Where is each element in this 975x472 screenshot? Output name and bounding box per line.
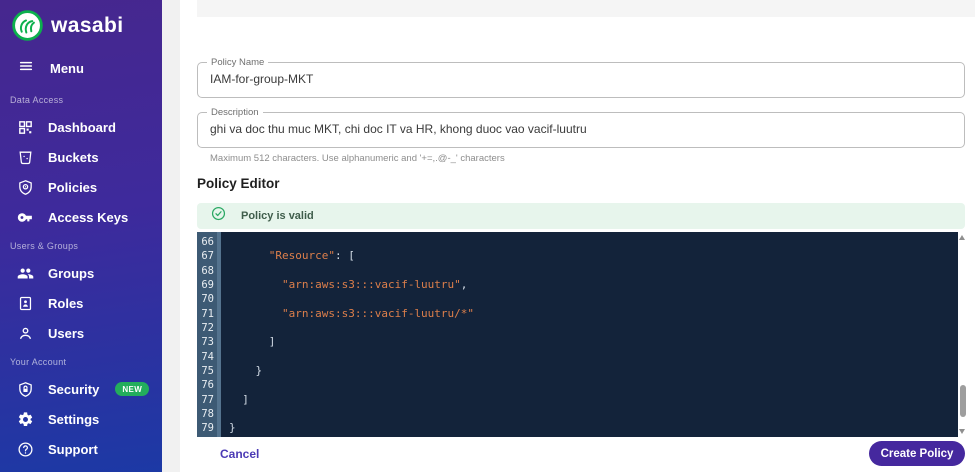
- user-icon: [17, 325, 34, 342]
- sidebar: wasabi Menu Data Access Dashboard Buckets P…: [0, 0, 162, 472]
- code-line[interactable]: [229, 350, 958, 364]
- sidebar-item-label: Settings: [48, 411, 100, 427]
- sidebar-item-label: Support: [48, 441, 98, 457]
- brand-name: wasabi: [51, 13, 124, 37]
- wasabi-logo[interactable]: wasabi: [11, 9, 123, 42]
- sidebar-item-label: Access Keys: [48, 209, 129, 225]
- sidebar-item-label: Policies: [48, 179, 98, 195]
- line-number: 67: [201, 250, 214, 263]
- hamburger-menu-icon: [18, 58, 34, 79]
- sidebar-item-policies[interactable]: Policies: [0, 172, 162, 202]
- sidebar-item-label: Groups: [48, 265, 95, 281]
- role-badge-icon: [17, 295, 34, 312]
- security-shield-icon: [17, 381, 34, 398]
- sidebar-item-security[interactable]: Security NEW: [0, 374, 162, 404]
- policy-code-editor[interactable]: 66 67 68 69 70 71 72 73 74 75 76 77 78 79 "Resource":…: [197, 232, 967, 437]
- dashboard-icon: [17, 119, 34, 136]
- line-number: 68: [201, 264, 214, 277]
- sidebar-item-label: Roles: [48, 295, 84, 311]
- sidebar-item-access-keys[interactable]: Access Keys: [0, 202, 162, 232]
- scroll-up-icon[interactable]: [959, 235, 965, 240]
- scroll-down-icon[interactable]: [959, 429, 965, 434]
- sidebar-section: Your Account Security NEW Settings Support: [0, 352, 162, 464]
- sidebar-item-support[interactable]: Support: [0, 434, 162, 464]
- code-line[interactable]: [229, 235, 958, 249]
- line-number: 75: [201, 365, 214, 378]
- description-field[interactable]: Description: [197, 107, 965, 148]
- description-helper-text: Maximum 512 characters. Use alphanumeric…: [210, 153, 505, 164]
- line-number: 73: [201, 336, 214, 349]
- description-label: Description: [207, 107, 263, 118]
- code-line[interactable]: }: [229, 421, 958, 435]
- line-number: 66: [201, 236, 214, 248]
- create-policy-button[interactable]: Create Policy: [869, 441, 965, 466]
- code-line[interactable]: "Resource": [: [229, 249, 958, 263]
- line-number: 70: [201, 293, 214, 306]
- policy-name-label: Policy Name: [207, 57, 269, 68]
- sidebar-section: Data Access Dashboard Buckets Policies Acces…: [0, 90, 162, 232]
- cancel-button[interactable]: Cancel: [220, 447, 259, 461]
- check-circle-icon: [211, 206, 226, 226]
- policy-valid-banner: Policy is valid: [197, 203, 965, 229]
- sidebar-section: Users & Groups Groups Roles Users: [0, 236, 162, 348]
- policy-editor-heading: Policy Editor: [197, 176, 280, 191]
- sidebar-item-settings[interactable]: Settings: [0, 404, 162, 434]
- top-bar: [197, 0, 975, 17]
- code-line[interactable]: ]: [229, 335, 958, 349]
- sidebar-item-roles[interactable]: Roles: [0, 288, 162, 318]
- line-number: 74: [201, 350, 214, 363]
- policy-valid-text: Policy is valid: [241, 210, 314, 222]
- line-number: 69: [201, 279, 214, 292]
- sidebar-item-label: Buckets: [48, 149, 99, 165]
- line-number: 77: [201, 393, 214, 406]
- code-line[interactable]: "arn:aws:s3:::vacif-luutru/*": [229, 307, 958, 321]
- groups-icon: [17, 265, 34, 282]
- line-number: 78: [201, 408, 214, 421]
- menu-label: Menu: [50, 61, 84, 76]
- scrollbar-thumb[interactable]: [959, 385, 966, 417]
- code-line[interactable]: "arn:aws:s3:::vacif-luutru",: [229, 278, 958, 292]
- sidebar-item-users[interactable]: Users: [0, 318, 162, 348]
- new-badge: NEW: [115, 382, 150, 396]
- sidebar-section-label: Data Access: [10, 95, 64, 105]
- main-content: Policy Name Description Maximum 512 char…: [180, 0, 975, 472]
- sidebar-item-label: Users: [48, 325, 85, 341]
- line-number: 79: [201, 422, 214, 435]
- code-line[interactable]: [229, 378, 958, 392]
- menu-toggle[interactable]: Menu: [18, 58, 84, 79]
- policy-shield-icon: [17, 179, 34, 196]
- code-line[interactable]: }: [229, 364, 958, 378]
- code-line[interactable]: [229, 407, 958, 421]
- policy-name-input[interactable]: [210, 72, 952, 86]
- code-line[interactable]: ]: [229, 393, 958, 407]
- description-input[interactable]: [210, 122, 952, 136]
- page-gutter: [162, 0, 180, 472]
- sidebar-item-label: Security: [48, 381, 100, 397]
- sidebar-item-label: Dashboard: [48, 119, 116, 135]
- code-area[interactable]: "Resource": [ "arn:aws:s3:::vacif-luutru…: [221, 232, 958, 437]
- sidebar-item-buckets[interactable]: Buckets: [0, 142, 162, 172]
- help-icon: [17, 441, 34, 458]
- sidebar-section-label: Your Account: [10, 357, 67, 367]
- gear-icon: [17, 411, 34, 428]
- sidebar-section-label: Users & Groups: [10, 241, 79, 251]
- line-number: 76: [201, 379, 214, 392]
- code-line[interactable]: [229, 321, 958, 335]
- code-line[interactable]: [229, 292, 958, 306]
- line-number-gutter: 66 67 68 69 70 71 72 73 74 75 76 77 78 79: [197, 232, 217, 437]
- sidebar-nav: Data Access Dashboard Buckets Policies Acces…: [0, 90, 162, 468]
- policy-name-field[interactable]: Policy Name: [197, 57, 965, 98]
- sidebar-item-groups[interactable]: Groups: [0, 258, 162, 288]
- line-number: 72: [201, 322, 214, 335]
- key-icon: [17, 209, 34, 226]
- line-number: 71: [201, 307, 214, 320]
- bucket-icon: [17, 149, 34, 166]
- sidebar-item-dashboard[interactable]: Dashboard: [0, 112, 162, 142]
- code-line[interactable]: [229, 264, 958, 278]
- wasabi-logo-icon: [11, 9, 44, 42]
- editor-scrollbar[interactable]: [958, 232, 967, 437]
